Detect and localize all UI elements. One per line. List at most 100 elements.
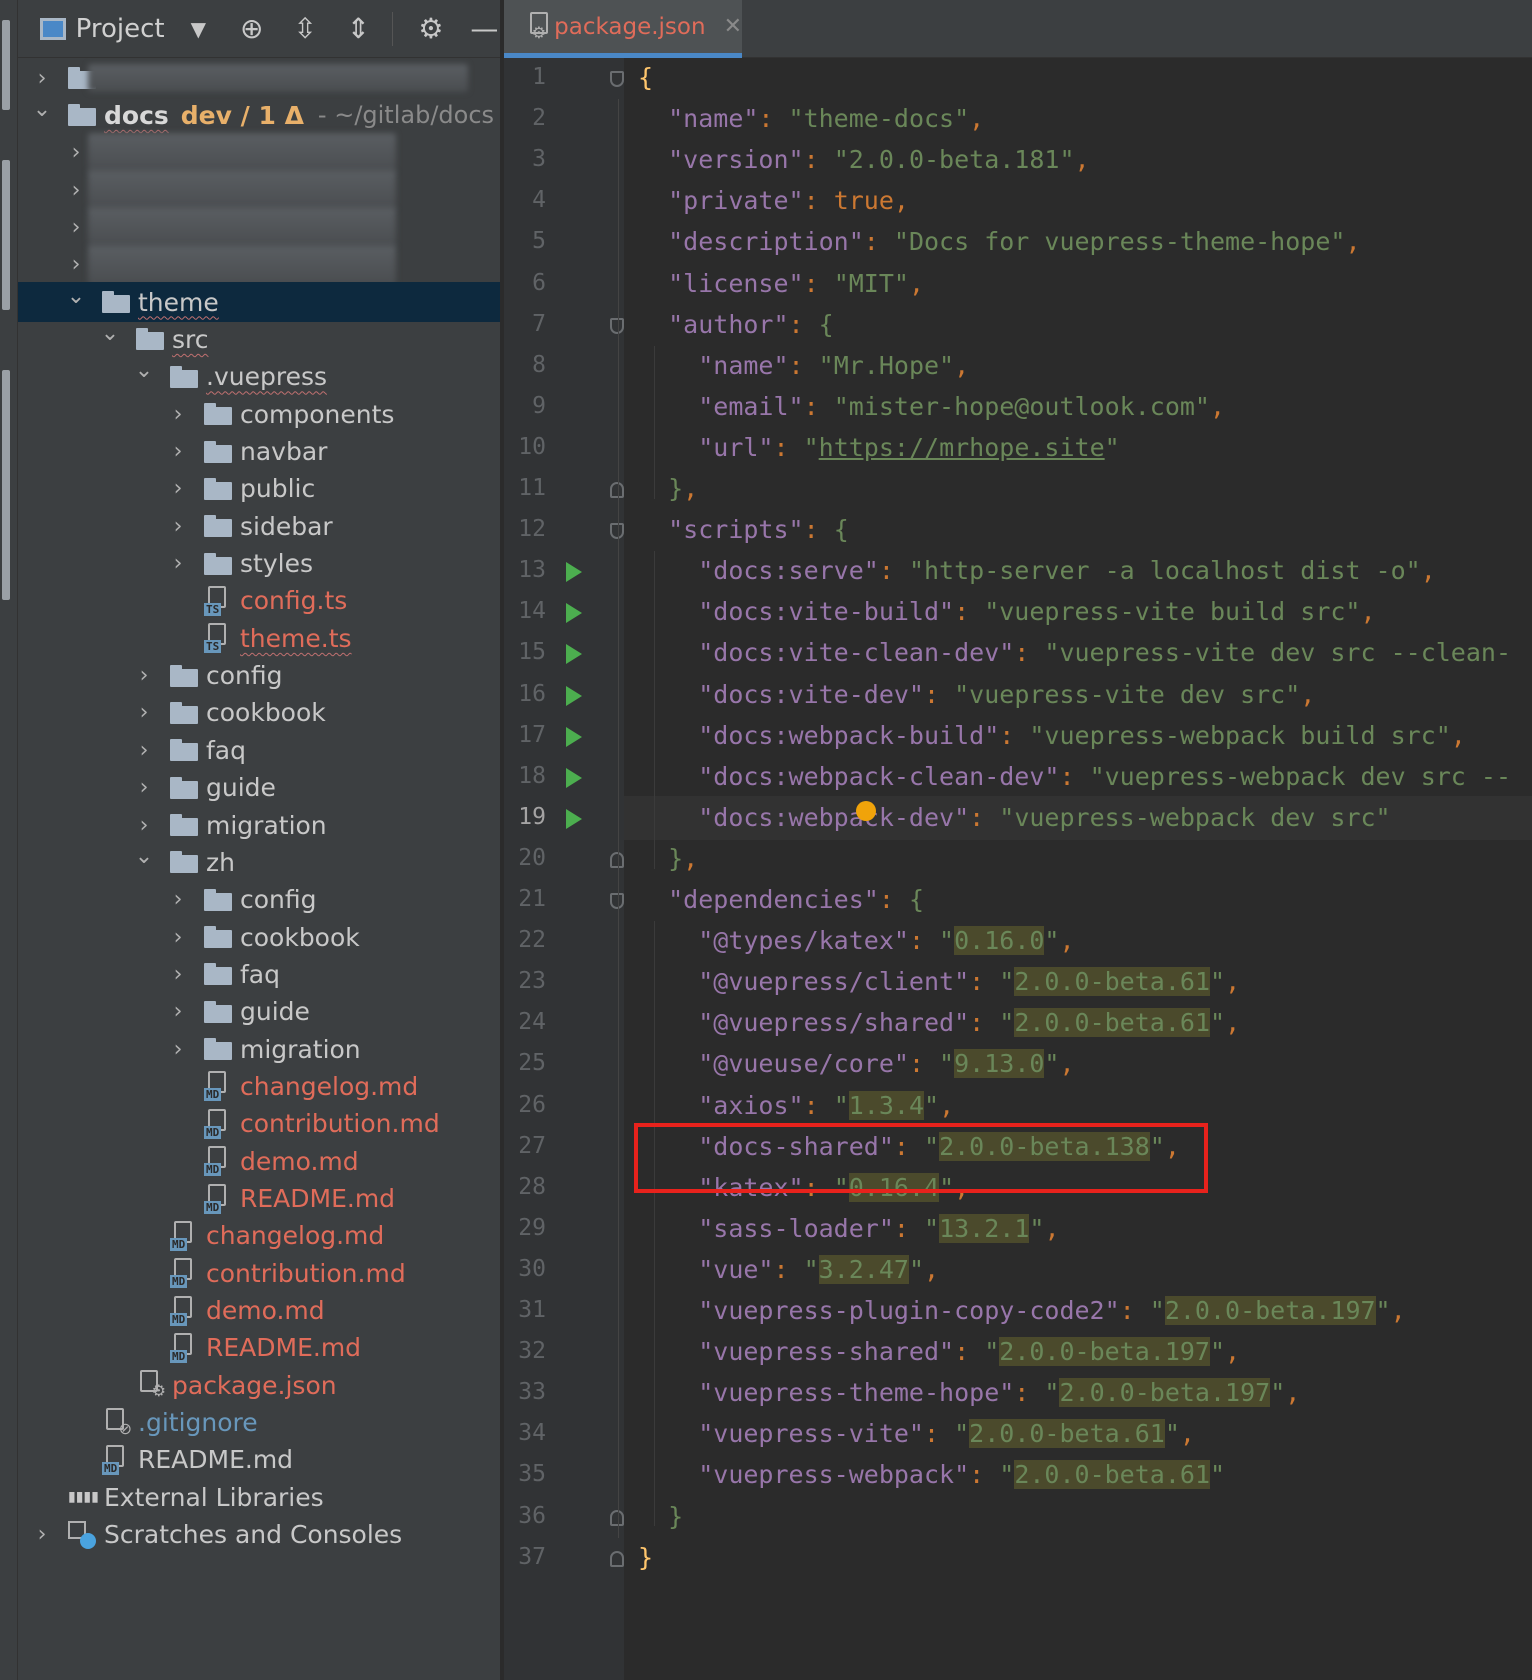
hide-icon[interactable]: — [469,12,500,45]
chevron-right-icon[interactable]: › [32,66,52,91]
line-number[interactable]: 8 [504,352,546,378]
line-number[interactable]: 33 [504,1379,546,1405]
run-script-icon[interactable] [566,767,582,788]
line-number[interactable]: 1 [504,64,546,90]
line-number[interactable]: 20 [504,845,546,871]
fold-toggle-icon[interactable] [610,851,624,868]
tree-item[interactable]: › guide [18,768,500,808]
tree-item[interactable]: › cookbook [18,693,500,733]
tree-item[interactable]: ›MDchangelog.md [18,1066,500,1106]
code-line[interactable]: "dependencies": { [624,878,1532,922]
tree-item[interactable]: › [18,207,500,248]
code-line[interactable]: "docs:webpack-clean-dev": "vuepress-webp… [624,755,1532,799]
line-number[interactable]: 26 [504,1092,546,1118]
line-number[interactable]: 27 [504,1133,546,1159]
tree-item[interactable]: › faq [18,730,500,770]
code-line[interactable]: "vuepress-shared": "2.0.0-beta.197", [624,1330,1532,1374]
code-line[interactable]: }, [624,837,1532,881]
tree-item[interactable]: › config [18,656,500,696]
fold-toggle-icon[interactable] [610,523,624,540]
line-number[interactable]: 6 [504,270,546,296]
code-line[interactable]: "docs:serve": "http-server -a localhost … [624,549,1532,593]
tree-item[interactable]: ⌄ zh [18,842,500,882]
expand-all-icon[interactable]: ⇳ [289,12,320,45]
tree-item[interactable]: › components [18,394,500,434]
run-script-icon[interactable] [566,562,582,583]
line-number[interactable]: 17 [504,722,546,748]
code-line[interactable]: "name": "Mr.Hope", [624,344,1532,388]
chevron-right-icon[interactable]: › [168,999,188,1024]
line-number[interactable]: 10 [504,434,546,460]
tree-item[interactable]: › [18,170,500,211]
line-number[interactable]: 34 [504,1420,546,1446]
chevron-right-icon[interactable]: › [66,215,86,240]
fold-toggle-icon[interactable] [610,893,624,909]
tree-item[interactable]: › guide [18,992,500,1032]
line-number[interactable]: 37 [504,1544,546,1570]
line-number[interactable]: 13 [504,557,546,583]
tree-item[interactable]: ›MDcontribution.md [18,1253,500,1293]
chevron-right-icon[interactable]: › [134,813,154,838]
tree-item[interactable]: › [18,244,500,285]
tree-item[interactable]: › migration [18,805,500,845]
line-number[interactable]: 15 [504,639,546,665]
tree-item[interactable]: › styles [18,544,500,584]
line-number[interactable]: 32 [504,1338,546,1364]
code-line[interactable]: } [624,1495,1532,1539]
fold-toggle-icon[interactable] [610,482,624,498]
chevron-down-icon[interactable]: ▼ [183,17,214,41]
code-line[interactable]: "url": "https://mrhope.site" [624,426,1532,470]
tree-item[interactable]: ›MDchangelog.md [18,1216,500,1256]
code-line[interactable]: "axios": "1.3.4", [624,1084,1532,1128]
chevron-down-icon[interactable]: ⌄ [134,844,154,869]
chevron-right-icon[interactable]: › [168,476,188,501]
tree-item[interactable]: ›MDdemo.md [18,1291,500,1331]
chevron-right-icon[interactable]: › [134,700,154,725]
close-icon[interactable]: ✕ [724,14,742,39]
line-number[interactable]: 30 [504,1256,546,1282]
tree-item[interactable]: ›MDdemo.md [18,1141,500,1181]
chevron-right-icon[interactable]: › [168,925,188,950]
run-script-icon[interactable] [566,685,582,706]
tree-item[interactable]: ›MDREADME.md [18,1440,500,1480]
run-script-icon[interactable] [566,644,582,665]
code-line[interactable]: "vuepress-vite": "2.0.0-beta.61", [624,1412,1532,1456]
code-line[interactable]: }, [624,467,1532,511]
tree-item[interactable]: › cookbook [18,917,500,957]
code-line[interactable]: "scripts": { [624,508,1532,552]
line-number[interactable]: 31 [504,1297,546,1323]
code-line[interactable]: "name": "theme-docs", [624,97,1532,141]
tool-window-tab-structure[interactable] [2,160,10,310]
code-line[interactable]: "version": "2.0.0-beta.181", [624,138,1532,182]
code-line[interactable]: "@vuepress/client": "2.0.0-beta.61", [624,960,1532,1004]
run-script-icon[interactable] [566,603,582,624]
tree-item[interactable]: ›MDREADME.md [18,1179,500,1219]
fold-toggle-icon[interactable] [610,1550,624,1567]
editor-gutter[interactable]: 1 2 3 4 5 6 7 8 9 10 11 12 13 14 15 16 17 18 19 20 21 22 23 24 2… [504,58,624,1680]
chevron-right-icon[interactable]: › [168,962,188,987]
code-line[interactable]: "vuepress-webpack": "2.0.0-beta.61" [624,1453,1532,1497]
line-number[interactable]: 16 [504,681,546,707]
chevron-right-icon[interactable]: › [168,551,188,576]
line-number[interactable]: 18 [504,763,546,789]
tree-item[interactable]: ›MDcontribution.md [18,1104,500,1144]
code-line[interactable]: "docs:vite-clean-dev": "vuepress-vite de… [624,631,1532,675]
chevron-right-icon[interactable]: › [134,738,154,763]
fold-toggle-icon[interactable] [610,71,624,87]
line-number[interactable]: 21 [504,886,546,912]
line-number[interactable]: 7 [504,311,546,337]
code-line[interactable]: "private": true, [624,179,1532,223]
line-number[interactable]: 4 [504,187,546,213]
code-line[interactable]: "vue": "3.2.47", [624,1248,1532,1292]
tree-item[interactable]: › Scratches and Consoles [18,1515,500,1555]
chevron-right-icon[interactable]: › [168,514,188,539]
chevron-down-icon[interactable]: ⌄ [100,321,120,346]
chevron-right-icon[interactable]: › [134,663,154,688]
tree-item[interactable]: › [18,132,500,173]
chevron-right-icon[interactable]: › [66,140,86,165]
chevron-down-icon[interactable]: ⌄ [66,284,86,309]
tree-item[interactable]: ⌄ .vuepress [18,357,500,397]
tool-window-tab-bookmarks[interactable] [2,370,10,600]
collapse-all-icon[interactable]: ⇕ [343,12,374,45]
tree-item[interactable]: › public [18,469,500,509]
